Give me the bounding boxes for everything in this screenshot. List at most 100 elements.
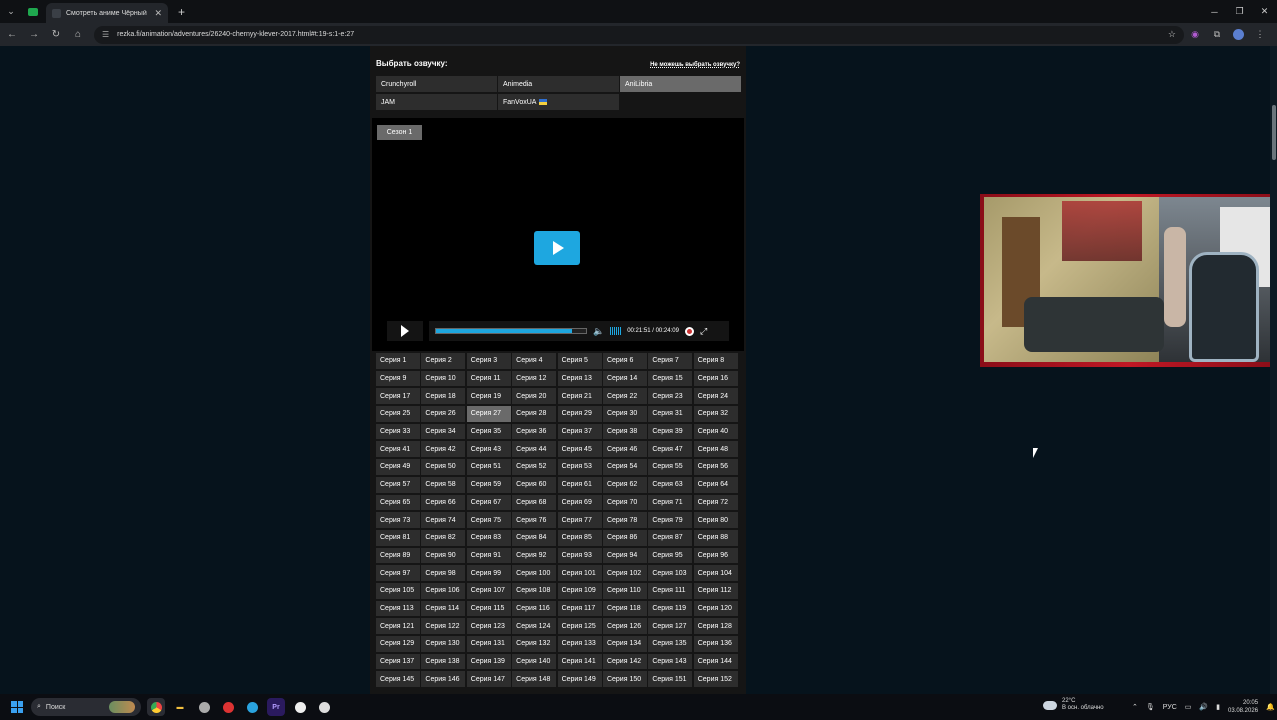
seek-bar[interactable] [435,328,587,334]
minimize-icon[interactable]: ─ [1202,0,1227,23]
episode-item[interactable]: Серия 145 [376,671,420,688]
episode-item[interactable]: Серия 1 [376,353,420,369]
episode-item[interactable]: Серия 104 [693,565,738,581]
episode-item[interactable]: Серия 69 [557,494,602,511]
episode-item[interactable]: Серия 81 [376,529,420,546]
episode-item[interactable]: Серия 107 [466,582,511,599]
episode-item[interactable]: Серия 96 [693,547,738,564]
episode-item[interactable]: Серия 41 [376,441,420,458]
episode-item[interactable]: Серия 144 [693,653,738,670]
episode-item[interactable]: Серия 39 [648,423,693,440]
episode-item[interactable]: Серия 150 [602,671,647,688]
episode-item[interactable]: Серия 86 [602,529,647,546]
episode-item[interactable]: Серия 3 [466,353,511,369]
telegram-icon[interactable] [243,698,261,716]
episode-item[interactable]: Серия 38 [602,423,647,440]
episode-item[interactable]: Серия 28 [512,406,557,422]
episode-item[interactable]: Серия 32 [693,406,738,422]
episode-item[interactable]: Серия 37 [557,423,602,440]
episode-item[interactable]: Серия 24 [693,388,738,405]
premiere-icon[interactable]: Pr [267,698,285,716]
menu-more-icon[interactable]: ⋮ [1249,29,1271,40]
episode-item[interactable]: Серия 90 [421,547,466,564]
episode-item[interactable]: Серия 147 [466,671,511,688]
voiceover-help-link[interactable]: Не можешь выбрать озвучку? [650,62,740,68]
new-tab-plus-icon[interactable]: + [178,5,185,19]
episode-item[interactable]: Серия 140 [512,653,557,670]
episode-item[interactable]: Серия 11 [466,370,511,387]
episode-item[interactable]: Серия 127 [648,618,693,634]
episode-item[interactable]: Серия 82 [421,529,466,546]
episode-item[interactable]: Серия 130 [421,636,466,652]
notification-bell-icon[interactable]: 🔔 [1266,703,1275,711]
episode-item[interactable]: Серия 97 [376,565,420,581]
episode-item[interactable]: Серия 102 [602,565,647,581]
speaker-icon[interactable]: 🔊 [1199,703,1208,711]
episode-item[interactable]: Серия 18 [421,388,466,405]
episode-item[interactable]: Серия 29 [557,406,602,422]
episode-item[interactable]: Серия 30 [602,406,647,422]
episode-item[interactable]: Серия 112 [693,582,738,599]
episode-item[interactable]: Серия 105 [376,582,420,599]
episode-item[interactable]: Серия 21 [557,388,602,405]
profile-avatar-icon[interactable] [1233,29,1244,40]
episode-item[interactable]: Серия 60 [512,476,557,493]
episode-item[interactable]: Серия 80 [693,512,738,528]
episode-item[interactable]: Серия 89 [376,547,420,564]
episode-item[interactable]: Серия 4 [512,353,557,369]
episode-item[interactable]: Серия 22 [602,388,647,405]
app-icon[interactable] [315,698,333,716]
tab-close-icon[interactable]: ✕ [154,8,162,19]
episode-item[interactable]: Серия 52 [512,459,557,475]
episode-item[interactable]: Серия 49 [376,459,420,475]
tab-search-chevron-icon[interactable]: ⌄ [0,0,22,23]
episode-item[interactable]: Серия 91 [466,547,511,564]
episode-item[interactable]: Серия 42 [421,441,466,458]
episode-item[interactable]: Серия 83 [466,529,511,546]
episode-item[interactable]: Серия 76 [512,512,557,528]
volume-slider[interactable] [610,327,622,335]
episode-item[interactable]: Серия 16 [693,370,738,387]
episode-item[interactable]: Серия 15 [648,370,693,387]
episode-item[interactable]: Серия 95 [648,547,693,564]
episode-item[interactable]: Серия 17 [376,388,420,405]
episode-item[interactable]: Серия 67 [466,494,511,511]
episode-item[interactable]: Серия 59 [466,476,511,493]
episode-item[interactable]: Серия 61 [557,476,602,493]
episode-item[interactable]: Серия 43 [466,441,511,458]
episode-item[interactable]: Серия 9 [376,370,420,387]
episode-item[interactable]: Серия 78 [602,512,647,528]
reload-icon[interactable]: ↻ [46,29,66,40]
episode-item[interactable]: Серия 14 [602,370,647,387]
episode-item[interactable]: Серия 57 [376,476,420,493]
voiceover-option[interactable]: FanVoxUA [498,94,619,110]
extensions-puzzle-icon[interactable]: ⧉ [1206,29,1228,40]
episode-item[interactable]: Серия 70 [602,494,647,511]
episode-item[interactable]: Серия 101 [557,565,602,581]
bookmark-star-icon[interactable]: ☆ [1168,29,1176,40]
episode-item[interactable]: Серия 92 [512,547,557,564]
episode-item[interactable]: Серия 25 [376,406,420,422]
episode-item[interactable]: Серия 33 [376,423,420,440]
episode-item[interactable]: Серия 113 [376,600,420,617]
taskbar-search[interactable]: ⌕ Поиск [31,698,141,716]
episode-item[interactable]: Серия 85 [557,529,602,546]
episode-item[interactable]: Серия 116 [512,600,557,617]
episode-item[interactable]: Серия 6 [602,353,647,369]
episode-item[interactable]: Серия 13 [557,370,602,387]
episode-item-selected[interactable]: Серия 27 [466,406,511,422]
forward-icon[interactable]: → [24,29,44,40]
episode-item[interactable]: Серия 134 [602,636,647,652]
episode-item[interactable]: Серия 36 [512,423,557,440]
episode-item[interactable]: Серия 143 [648,653,693,670]
episode-item[interactable]: Серия 121 [376,618,420,634]
episode-item[interactable]: Серия 106 [421,582,466,599]
video-player[interactable]: Сезон 1 🔈 00:21:51 / 00:24:09 ⤢ [372,118,744,351]
episode-item[interactable]: Серия 93 [557,547,602,564]
episode-item[interactable]: Серия 2 [421,353,466,369]
episode-item[interactable]: Серия 98 [421,565,466,581]
episode-item[interactable]: Серия 72 [693,494,738,511]
voiceover-option[interactable]: Crunchyroll [376,76,497,92]
episode-item[interactable]: Серия 56 [693,459,738,475]
episode-item[interactable]: Серия 148 [512,671,557,688]
